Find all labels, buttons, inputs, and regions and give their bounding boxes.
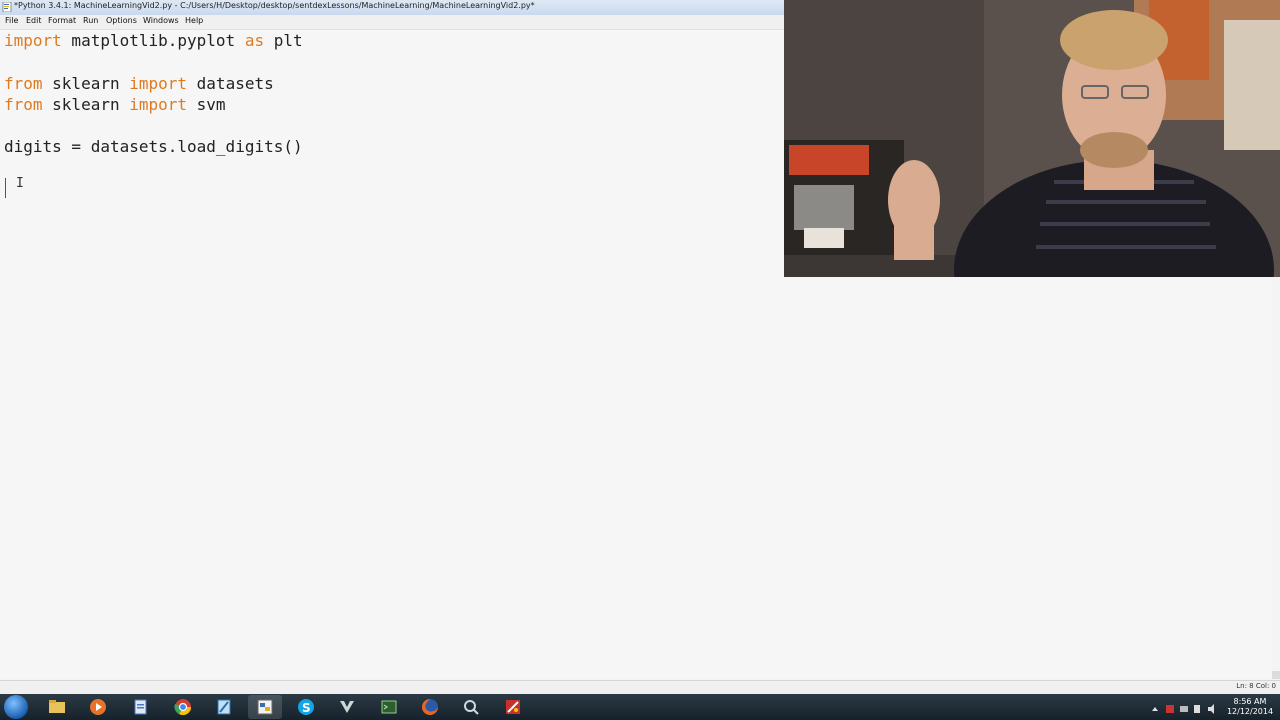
clock-date: 12/12/2014 bbox=[1226, 707, 1274, 716]
code-text: sklearn bbox=[42, 74, 130, 93]
keyword: as bbox=[244, 31, 265, 50]
keyword: import bbox=[129, 74, 188, 93]
code-line-4[interactable]: from sklearn import svm bbox=[4, 95, 226, 115]
menu-run[interactable]: Run bbox=[83, 16, 98, 25]
taskbar-skype[interactable]: S bbox=[289, 695, 323, 719]
system-clock[interactable]: 8:56 AM 12/12/2014 bbox=[1226, 697, 1274, 717]
menu-file[interactable]: File bbox=[5, 16, 18, 25]
code-line-3[interactable]: from sklearn import datasets bbox=[4, 74, 274, 94]
paint-icon bbox=[506, 700, 520, 714]
taskbar-explorer[interactable] bbox=[40, 695, 74, 719]
skype-icon: S bbox=[298, 699, 314, 715]
menu-windows[interactable]: Windows bbox=[143, 16, 179, 25]
windows-taskbar: S 8:56 AM 12/12/2014 bbox=[0, 694, 1280, 720]
taskbar-file-manager[interactable] bbox=[124, 695, 158, 719]
taskbar-search[interactable] bbox=[454, 695, 488, 719]
svg-text:S: S bbox=[302, 701, 311, 715]
clock-time: 8:56 AM bbox=[1233, 697, 1267, 706]
taskbar-python-idle[interactable] bbox=[248, 695, 282, 719]
menu-format[interactable]: Format bbox=[48, 16, 76, 25]
winamp-icon bbox=[340, 701, 354, 713]
code-text: sklearn bbox=[42, 95, 130, 114]
taskbar-notepad[interactable] bbox=[207, 695, 241, 719]
code-text: svm bbox=[187, 95, 226, 114]
code-line-1[interactable]: import matplotlib.pyplot as plt bbox=[4, 31, 303, 51]
code-text: matplotlib.pyplot bbox=[61, 31, 245, 50]
chrome-icon bbox=[174, 699, 192, 716]
status-bar: Ln: 8 Col: 0 bbox=[0, 680, 1280, 694]
taskbar-chrome[interactable] bbox=[166, 695, 200, 719]
taskbar-paint[interactable] bbox=[496, 695, 530, 719]
terminal-icon bbox=[381, 700, 397, 714]
code-text: digits = datasets.load_digits() bbox=[4, 137, 303, 156]
code-line-6[interactable]: digits = datasets.load_digits() bbox=[4, 137, 303, 157]
scrollbar-corner bbox=[1272, 671, 1280, 679]
menu-options[interactable]: Options bbox=[106, 16, 137, 25]
code-text: datasets bbox=[187, 74, 274, 93]
webcam-overlay bbox=[784, 0, 1280, 277]
text-caret bbox=[5, 178, 6, 198]
notepad-icon bbox=[217, 699, 231, 715]
search-icon bbox=[464, 700, 479, 715]
ibeam-cursor-icon: I bbox=[16, 176, 24, 191]
folder-icon bbox=[49, 700, 65, 713]
cursor-position: Ln: 8 Col: 0 bbox=[1236, 682, 1276, 690]
taskbar-firefox[interactable] bbox=[413, 695, 447, 719]
python-icon bbox=[257, 699, 273, 715]
taskbar-winamp[interactable] bbox=[330, 695, 364, 719]
code-text: plt bbox=[264, 31, 303, 50]
keyword: import bbox=[129, 95, 188, 114]
webcam-video-frame bbox=[784, 0, 1280, 277]
document-icon bbox=[134, 699, 147, 715]
menu-edit[interactable]: Edit bbox=[26, 16, 42, 25]
python-file-icon bbox=[2, 2, 12, 12]
keyword: import bbox=[4, 31, 62, 50]
menu-help[interactable]: Help bbox=[185, 16, 203, 25]
media-player-icon bbox=[90, 699, 106, 715]
keyword: from bbox=[4, 95, 43, 114]
start-button[interactable] bbox=[4, 695, 28, 719]
firefox-icon bbox=[422, 699, 438, 715]
window-title: *Python 3.4.1: MachineLearningVid2.py - … bbox=[14, 1, 535, 10]
taskbar-terminal[interactable] bbox=[372, 695, 406, 719]
taskbar-media-player[interactable] bbox=[81, 695, 115, 719]
keyword: from bbox=[4, 74, 43, 93]
